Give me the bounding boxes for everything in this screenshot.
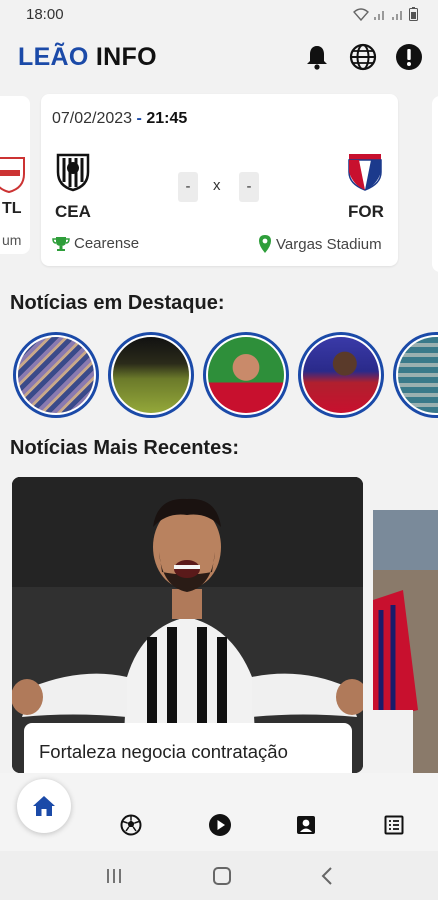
news-headline-box[interactable]: Fortaleza negocia contratação [24, 723, 352, 773]
news-card-secondary[interactable] [373, 510, 438, 773]
nav-home-button[interactable] [17, 779, 71, 833]
match-card[interactable]: 07/02/2023 - 21:45 CEA - x - FOR Cearens… [41, 94, 398, 266]
status-time: 18:00 [26, 5, 64, 23]
back-icon[interactable] [320, 866, 334, 886]
app-title-part2: INFO [95, 42, 157, 71]
team-crest-icon [0, 157, 25, 194]
home-system-icon[interactable] [212, 866, 232, 886]
away-score: - [239, 172, 259, 202]
featured-story[interactable] [108, 332, 194, 418]
home-icon [33, 796, 55, 816]
info-icon[interactable] [394, 42, 424, 72]
featured-story[interactable] [393, 332, 438, 418]
versus-label: x [213, 177, 221, 194]
story-image [113, 337, 189, 413]
next-match-card[interactable] [432, 96, 438, 272]
trophy-icon [52, 236, 70, 251]
featured-story[interactable] [298, 332, 384, 418]
away-team-crest-icon [348, 154, 382, 191]
match-datetime: 07/02/2023 - 21:45 [52, 110, 187, 128]
previous-match-card[interactable]: TL um [0, 96, 30, 254]
recent-apps-icon[interactable] [104, 867, 124, 885]
match-time: 21:45 [146, 110, 188, 127]
play-icon [209, 814, 231, 836]
competition-name: Cearense [74, 235, 140, 252]
wifi-icon [353, 7, 369, 21]
player-card-icon [297, 816, 315, 834]
battery-icon [409, 7, 418, 21]
news-image-secondary [373, 510, 438, 773]
story-image [18, 337, 94, 413]
home-team-code: CEA [55, 202, 91, 221]
stadium-info: Vargas Stadium [258, 235, 382, 253]
stadium-name: Vargas Stadium [276, 235, 382, 253]
app-title: LEÃO INFO [18, 43, 157, 72]
signal-icon-2 [392, 10, 402, 20]
news-headline: Fortaleza negocia contratação [39, 741, 288, 762]
globe-icon[interactable] [348, 42, 378, 72]
away-team-code: FOR [348, 202, 384, 221]
competition-info: Cearense [52, 235, 139, 252]
home-score: - [178, 172, 198, 202]
featured-news-title: Notícias em Destaque: [10, 292, 225, 314]
location-pin-icon [259, 235, 271, 253]
home-team-crest-icon [56, 153, 90, 192]
story-image [303, 337, 379, 413]
app-actions [302, 42, 424, 72]
nav-standings-button[interactable] [381, 812, 407, 838]
app-bar: LEÃO INFO [0, 28, 438, 86]
recent-news-title: Notícias Mais Recentes: [10, 437, 239, 459]
story-image [398, 337, 438, 413]
match-date: 07/02/2023 [52, 110, 133, 127]
featured-story[interactable] [203, 332, 289, 418]
status-bar: 18:00 [0, 0, 438, 28]
peek-meta: um [2, 232, 22, 248]
nav-squad-button[interactable] [293, 812, 319, 838]
featured-news-carousel [13, 332, 438, 418]
bell-icon[interactable] [302, 42, 332, 72]
status-icons [353, 7, 418, 21]
peek-team-code: TL [2, 200, 22, 217]
featured-story[interactable] [13, 332, 99, 418]
signal-icon [374, 10, 384, 20]
soccer-ball-icon [120, 814, 142, 836]
nav-matches-button[interactable] [118, 812, 144, 838]
table-icon [384, 815, 404, 835]
match-separator: - [136, 110, 142, 127]
story-image [208, 337, 284, 413]
system-nav-bar [0, 851, 438, 900]
app-title-part1: LEÃO [18, 42, 89, 71]
nav-videos-button[interactable] [207, 812, 233, 838]
